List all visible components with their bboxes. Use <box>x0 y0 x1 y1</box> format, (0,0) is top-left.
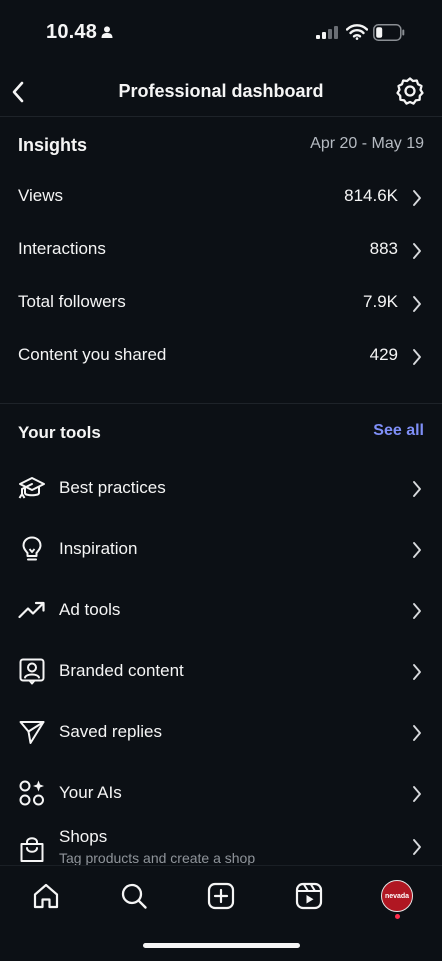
tool-row-saved-replies[interactable]: Saved replies <box>0 702 442 763</box>
nav-create[interactable] <box>205 880 237 912</box>
metric-label: Total followers <box>18 292 126 311</box>
shopping-bag-icon <box>20 837 44 862</box>
send-icon <box>19 721 45 744</box>
wifi-icon <box>346 24 368 40</box>
shops-clip: Shops Tag products and create a shop <box>0 823 442 865</box>
chevron-right-icon <box>413 786 421 802</box>
lightbulb-icon <box>22 536 42 561</box>
tool-row-your-ais[interactable]: Your AIs <box>0 763 442 824</box>
metric-label: Content you shared <box>18 345 167 364</box>
avatar-text: nevada <box>384 892 410 900</box>
insights-title: Insights <box>18 135 88 155</box>
chevron-right-icon <box>413 839 421 855</box>
notification-dot <box>395 914 400 919</box>
status-time: 10.48 <box>46 21 98 43</box>
tool-label: Best practices <box>59 478 166 497</box>
tool-label: Branded content <box>59 661 184 680</box>
metric-value: 883 <box>369 239 398 258</box>
settings-gear-icon[interactable] <box>395 76 425 106</box>
battery-icon <box>373 24 405 41</box>
metric-value: 429 <box>369 345 398 364</box>
tool-sublabel: Tag products and create a shop <box>59 850 256 865</box>
tools-header: Your tools See all <box>18 414 424 448</box>
metric-row-interactions[interactable]: Interactions 883 <box>0 225 442 278</box>
trending-up-icon <box>18 601 45 619</box>
chevron-right-icon <box>413 725 421 741</box>
chevron-right-icon <box>413 664 421 680</box>
chevron-right-icon <box>413 349 421 365</box>
chevron-right-icon <box>413 481 421 497</box>
chevron-right-icon <box>413 296 421 312</box>
page-title: Professional dashboard <box>118 81 324 101</box>
metric-row-total-followers[interactable]: Total followers 7.9K <box>0 278 442 331</box>
insights-header: Insights Apr 20 - May 19 <box>18 130 424 160</box>
metric-label: Interactions <box>18 239 106 258</box>
graduation-cap-icon <box>18 477 45 499</box>
home-icon <box>33 883 59 909</box>
metric-row-content-shared[interactable]: Content you shared 429 <box>0 331 442 384</box>
tool-label: Inspiration <box>59 539 138 558</box>
tool-label: Your AIs <box>59 783 122 802</box>
tool-label: Saved replies <box>59 722 163 741</box>
tools-title: Your tools <box>18 423 101 442</box>
top-header: Professional dashboard <box>0 66 442 117</box>
see-all-link[interactable]: See all <box>373 422 424 440</box>
insights-date-range[interactable]: Apr 20 - May 19 <box>310 135 424 153</box>
nav-home[interactable] <box>30 880 62 912</box>
chevron-right-icon <box>413 243 421 259</box>
metric-value: 7.9K <box>363 292 398 311</box>
nav-search[interactable] <box>118 880 150 912</box>
tool-row-branded-content[interactable]: Branded content <box>0 641 442 702</box>
tool-label: Ad tools <box>59 600 121 619</box>
section-divider <box>0 403 442 404</box>
metric-row-views[interactable]: Views 814.6K <box>0 172 442 225</box>
metric-label: Views <box>18 186 64 205</box>
home-indicator <box>143 943 300 948</box>
tool-row-ad-tools[interactable]: Ad tools <box>0 580 442 641</box>
chevron-right-icon <box>413 542 421 558</box>
tool-label: Shops <box>59 827 108 846</box>
tool-row-inspiration[interactable]: Inspiration <box>0 519 442 580</box>
chevron-right-icon <box>413 190 421 206</box>
nav-profile-avatar[interactable]: nevada <box>381 880 413 912</box>
cell-signal-icon <box>316 26 338 39</box>
ai-shapes-icon <box>19 780 44 806</box>
tool-row-best-practices[interactable]: Best practices <box>0 458 442 519</box>
nav-reels[interactable] <box>293 880 325 912</box>
metric-value: 814.6K <box>344 186 398 205</box>
chevron-right-icon <box>413 603 421 619</box>
search-icon <box>121 883 147 909</box>
tool-row-shops[interactable]: Shops Tag products and create a shop <box>0 823 442 865</box>
person-icon <box>101 26 113 38</box>
status-bar: 10.48 <box>0 0 442 66</box>
create-plus-icon <box>207 882 235 910</box>
branded-content-icon <box>19 658 45 685</box>
reels-icon <box>295 882 323 910</box>
